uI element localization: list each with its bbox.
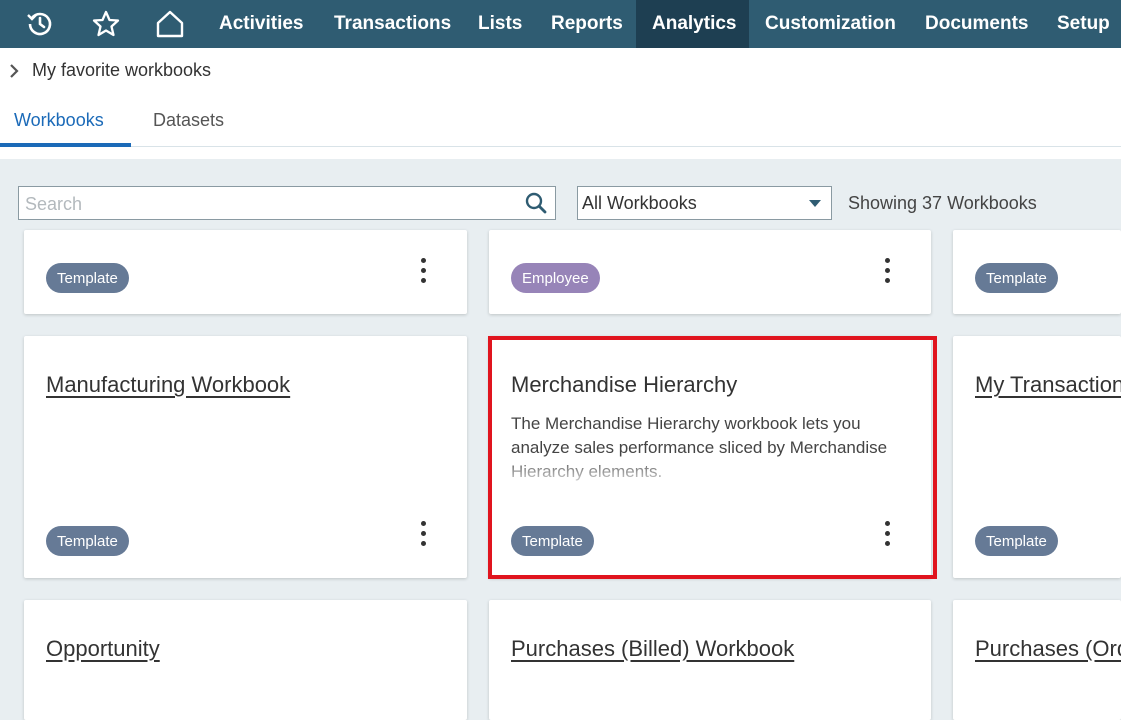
card-title[interactable]: Opportunity xyxy=(46,636,160,662)
card-title[interactable]: Purchases (Ordered) Workbook xyxy=(975,636,1121,662)
badge-employee: Employee xyxy=(511,263,600,293)
star-icon[interactable] xyxy=(88,0,124,48)
badge-template: Template xyxy=(46,263,129,293)
workbook-card[interactable]: Employee xyxy=(489,230,931,314)
workbook-card-purchases-billed[interactable]: Purchases (Billed) Workbook xyxy=(489,600,931,720)
nav-item-reports[interactable]: Reports xyxy=(535,0,639,48)
card-title[interactable]: Purchases (Billed) Workbook xyxy=(511,636,794,662)
workbook-card[interactable]: Template xyxy=(24,230,467,314)
badge-template: Template xyxy=(975,526,1058,556)
more-options-icon[interactable] xyxy=(882,258,892,284)
workbook-card-my-transactions[interactable]: My Transactions Template xyxy=(953,336,1121,578)
badge-template: Template xyxy=(975,263,1058,293)
tab-datasets[interactable]: Datasets xyxy=(153,110,224,131)
search-icon[interactable] xyxy=(525,192,547,214)
nav-item-lists[interactable]: Lists xyxy=(462,0,538,48)
card-description: The Merchandise Hierarchy workbook lets … xyxy=(511,414,888,481)
filter-selected-value: All Workbooks xyxy=(582,192,697,213)
more-options-icon[interactable] xyxy=(418,521,428,547)
top-navigation: Activities Transactions Lists Reports An… xyxy=(0,0,1121,48)
breadcrumb[interactable]: My favorite workbooks xyxy=(8,60,211,81)
nav-item-transactions[interactable]: Transactions xyxy=(318,0,467,48)
workbook-card-merchandise-hierarchy[interactable]: Merchandise Hierarchy The Merchandise Hi… xyxy=(489,336,931,578)
tab-workbooks[interactable]: Workbooks xyxy=(14,110,104,131)
nav-item-activities[interactable]: Activities xyxy=(203,0,319,48)
badge-template: Template xyxy=(511,526,594,556)
workbook-filter-select[interactable]: All Workbooks xyxy=(577,186,832,220)
badge-template: Template xyxy=(46,526,129,556)
caret-down-icon xyxy=(809,200,821,207)
workbook-card-opportunity[interactable]: Opportunity xyxy=(24,600,467,720)
header-spacer xyxy=(0,147,1121,159)
nav-item-documents[interactable]: Documents xyxy=(909,0,1044,48)
search-input[interactable] xyxy=(23,189,517,219)
more-options-icon[interactable] xyxy=(418,258,428,284)
workbook-card-manufacturing[interactable]: Manufacturing Workbook Template xyxy=(24,336,467,578)
search-box[interactable] xyxy=(18,186,556,220)
more-options-icon[interactable] xyxy=(882,521,892,547)
card-title[interactable]: Manufacturing Workbook xyxy=(46,372,290,398)
workbook-card-purchases-ordered[interactable]: Purchases (Ordered) Workbook xyxy=(953,600,1121,720)
workbook-count: Showing 37 Workbooks xyxy=(848,193,1037,213)
nav-item-customization[interactable]: Customization xyxy=(749,0,912,48)
card-title[interactable]: My Transactions xyxy=(975,372,1121,398)
recent-icon[interactable] xyxy=(22,0,58,48)
home-icon[interactable] xyxy=(152,0,188,48)
nav-item-setup[interactable]: Setup xyxy=(1041,0,1121,48)
card-title[interactable]: Merchandise Hierarchy xyxy=(511,372,737,398)
nav-item-analytics[interactable]: Analytics xyxy=(636,0,749,48)
chevron-right-icon xyxy=(10,63,19,78)
breadcrumb-label: My favorite workbooks xyxy=(32,60,212,80)
workbook-card[interactable]: Template xyxy=(953,230,1121,314)
